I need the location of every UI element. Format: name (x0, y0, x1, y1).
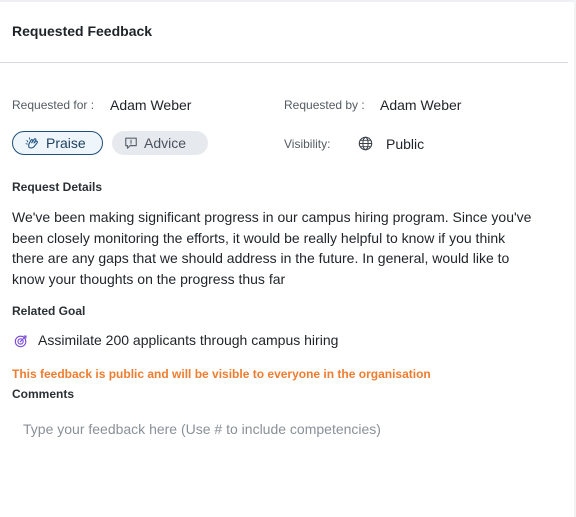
speech-bubble-icon (125, 137, 137, 149)
advice-chip[interactable]: Advice (112, 131, 208, 155)
request-details-text: We've been making significant progress i… (12, 207, 568, 289)
header-divider (0, 62, 568, 63)
clapping-hands-icon (25, 136, 39, 149)
request-details-line: been closely monitoring the efforts, it … (12, 229, 506, 246)
globe-icon (358, 136, 373, 151)
requested-by-value: Adam Weber (380, 97, 462, 113)
requested-feedback-panel: Requested Feedback Requested for : Adam … (0, 0, 576, 517)
comment-input[interactable] (12, 412, 560, 446)
related-goal-heading: Related Goal (12, 304, 86, 318)
request-details-line: there are any gaps that we should addres… (12, 250, 510, 266)
top-border (0, 0, 576, 2)
requested-for-label: Requested for : (12, 98, 95, 112)
request-details-heading: Request Details (12, 180, 103, 194)
visibility-label: Visibility: (284, 137, 331, 151)
advice-chip-label: Advice (144, 135, 187, 151)
related-goal-link[interactable]: Assimilate 200 applicants through campus… (38, 332, 338, 348)
requested-for-value: Adam Weber (110, 97, 192, 113)
praise-chip[interactable]: Praise (12, 131, 103, 155)
request-details-line: We've been making significant progress i… (12, 209, 532, 225)
requested-by-label: Requested by : (284, 98, 365, 112)
comments-heading: Comments (12, 387, 75, 401)
page-title: Requested Feedback (12, 23, 153, 39)
goal-target-icon (14, 335, 27, 348)
visibility-value: Public (386, 136, 425, 152)
public-visibility-warning: This feedback is public and will be visi… (12, 367, 431, 381)
praise-chip-label: Praise (46, 135, 86, 151)
request-details-line: know your thoughts on the progress thus … (12, 270, 286, 287)
